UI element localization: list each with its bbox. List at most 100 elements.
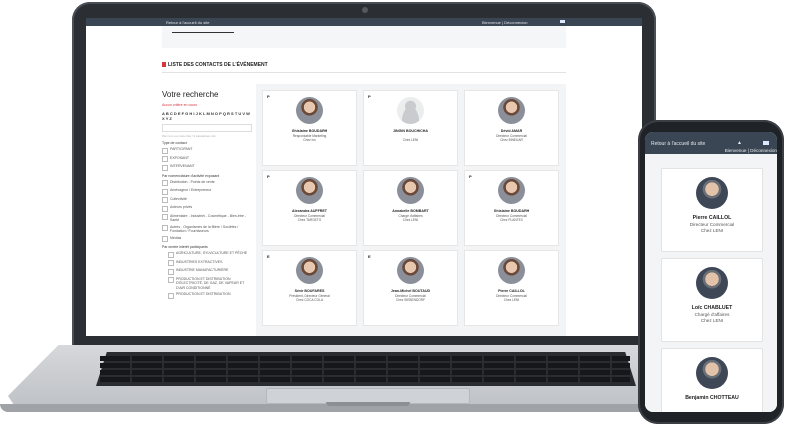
checkbox-icon[interactable] — [162, 164, 168, 171]
sector-checkbox[interactable]: Autres - Organismes de la filière / Soci… — [162, 225, 252, 234]
alphabet-filter[interactable]: A B C D E F G H I J K L M N O P Q R S T … — [162, 111, 252, 121]
sector-checkbox[interactable]: Médias — [162, 236, 252, 242]
contact-card[interactable]: Pierre CAILLOL Directeur Commercial Chez… — [661, 168, 763, 252]
avatar — [296, 97, 323, 124]
checkbox-icon[interactable] — [162, 205, 168, 212]
contact-type-letter: P — [368, 94, 371, 99]
user-icon[interactable]: ▲ — [737, 140, 742, 146]
contact-company: Chez LENI — [503, 298, 520, 302]
checkbox-icon[interactable] — [162, 156, 168, 162]
contact-name: Dévid AMAR — [500, 129, 523, 133]
contact-role: Directeur Commercial — [689, 222, 735, 227]
avatar — [498, 97, 525, 124]
contact-card[interactable]: Dévid AMAR Directeur Commercial Chez BIN… — [464, 90, 559, 166]
contact-company: Chez BINEUAR — [500, 138, 523, 142]
contact-company: Chez LENI — [700, 228, 724, 233]
contact-card[interactable]: P Ghislaine BOUDARH Responsable Marketin… — [262, 90, 357, 166]
avatar — [397, 257, 424, 284]
sector-checkbox[interactable]: Acteurs privés — [162, 205, 252, 212]
contact-card[interactable]: E Jean-Michel BOUTAUD Directeur Commerci… — [363, 250, 458, 326]
no-criteria-text: Aucun critère en cours — [162, 103, 198, 107]
interest-checkbox[interactable]: PRODUCTION ET DISTRIBUTION D'ÉLECTRICITÉ… — [168, 277, 252, 291]
avatar — [296, 257, 323, 284]
user-links[interactable]: Bienvenue | Déconnexion — [482, 20, 528, 25]
section-marker — [162, 62, 166, 67]
checkbox-icon[interactable] — [162, 197, 168, 203]
type-checkbox[interactable]: PARTICIPANT — [162, 147, 252, 154]
interest-checkbox[interactable]: AGRICULTURE, SYLVICULTURE ET PÊCHE — [168, 251, 252, 258]
contact-card[interactable]: P JINGIN BOUCHICHA Chez LENI — [363, 90, 458, 166]
contact-card[interactable]: Benjamin CHOTTEAU — [661, 348, 763, 412]
contact-name: Pierre CAILLOL — [692, 215, 732, 221]
contact-company: Chez LENI — [700, 318, 724, 323]
interest-label: Par centre intérêt participants — [162, 245, 208, 249]
interest-checkbox[interactable]: INDUSTRIES EXTRACTIVES — [168, 260, 252, 266]
contact-name: Benjamin CHOTTEAU — [685, 395, 739, 401]
checkbox-icon[interactable] — [162, 147, 168, 154]
contact-type-letter: P — [267, 94, 270, 99]
back-to-site-link[interactable]: Retour à l'accueil du site — [166, 20, 209, 25]
tab-band — [162, 26, 566, 48]
type-checkbox[interactable]: INTERVENANT — [162, 164, 252, 171]
checkbox-icon[interactable] — [168, 260, 174, 266]
avatar — [296, 177, 323, 204]
interest-checkbox[interactable]: PRODUCTION ET DISTRIBUTION — [168, 292, 252, 299]
laptop-screen: Retour à l'accueil du site Bienvenue | D… — [86, 18, 642, 336]
contact-company: Chez TARGETO — [297, 218, 322, 222]
avatar-placeholder-icon — [397, 97, 424, 124]
phone-contacts-list: Pierre CAILLOL Directeur Commercial Chez… — [645, 154, 777, 412]
checkbox-icon[interactable] — [168, 268, 174, 275]
contact-name: Sévir BOUFARES — [294, 289, 325, 293]
search-input[interactable] — [162, 124, 252, 132]
search-hint: Par nom ou mots clés / 3 caractères min — [162, 134, 216, 138]
section-divider — [162, 72, 566, 73]
contact-name: Alexandra AUFFRET — [291, 209, 327, 213]
flag-icon[interactable] — [763, 141, 769, 145]
contact-company: Chez COCA COLA — [296, 298, 323, 302]
section-title: LISTE DES CONTACTS DE L'ÉVÉNEMENT — [168, 62, 268, 68]
contact-card[interactable]: Loïc CHABLUET Chargé d'affaires Chez LEN… — [661, 258, 763, 342]
sector-checkbox[interactable]: Alimentaire - Industriel - Cosmétique - … — [162, 214, 252, 223]
active-tab-underline — [172, 32, 234, 33]
back-to-site-link[interactable]: Retour à l'accueil du site — [651, 141, 705, 147]
contact-type-letter: P — [469, 174, 472, 179]
contact-name: Ghislaine BOUDARH — [291, 129, 328, 133]
contact-company: Chez PLANTEX — [500, 218, 523, 222]
contact-company: Chez LENI — [402, 138, 419, 142]
checkbox-icon[interactable] — [168, 277, 174, 283]
camera-icon — [362, 7, 368, 13]
checkbox-icon[interactable] — [162, 214, 168, 220]
contact-card[interactable]: P Ghislaine BOUDARH Directeur Commercial… — [464, 170, 559, 246]
sector-checkbox[interactable]: Collectivité — [162, 197, 252, 203]
contact-name: Annabelle BOMBART — [392, 209, 429, 213]
contact-card[interactable]: Pierre CAILLOL Directeur Commercial Chez… — [464, 250, 559, 326]
avatar — [696, 177, 728, 209]
checkbox-icon[interactable] — [162, 180, 168, 186]
contacts-grid: P Ghislaine BOUDARH Responsable Marketin… — [256, 84, 566, 336]
interest-checkbox[interactable]: INDUSTRIE MANUFACTURIÈRE — [168, 268, 252, 275]
contact-card[interactable]: P Alexandra AUFFRET Directeur Commercial… — [262, 170, 357, 246]
user-links[interactable]: Bienvenue | Déconnexion — [693, 148, 777, 153]
avatar — [498, 257, 525, 284]
contact-card[interactable]: Annabelle BOMBART Chargé d'affaires Chez… — [363, 170, 458, 246]
avatar — [498, 177, 525, 204]
search-sidebar: Votre recherche Aucun critère en cours A… — [162, 90, 252, 299]
contact-card[interactable]: E Sévir BOUFARES Président, Directeur Gé… — [262, 250, 357, 326]
contact-name: Jean-Michel BOUTAUD — [390, 289, 431, 293]
sector-checkbox[interactable]: Distribution - Points de vente — [162, 180, 252, 186]
checkbox-icon[interactable] — [168, 292, 174, 299]
avatar — [696, 267, 728, 299]
checkbox-icon[interactable] — [162, 188, 168, 195]
contact-type-letter: P — [267, 174, 270, 179]
contact-company: Chez lvn — [303, 138, 316, 142]
checkbox-icon[interactable] — [162, 236, 168, 242]
type-checkbox[interactable]: EXPOSANT — [162, 156, 252, 162]
laptop-notch — [326, 402, 410, 406]
keyboard-row — [100, 370, 630, 375]
flag-icon[interactable] — [560, 20, 565, 23]
avatar — [696, 357, 728, 389]
contact-company: Chez SIEBENDORF — [395, 298, 426, 302]
checkbox-icon[interactable] — [168, 251, 174, 258]
checkbox-icon[interactable] — [162, 225, 168, 231]
sector-checkbox[interactable]: Aménageur / Entrepreneur — [162, 188, 252, 195]
